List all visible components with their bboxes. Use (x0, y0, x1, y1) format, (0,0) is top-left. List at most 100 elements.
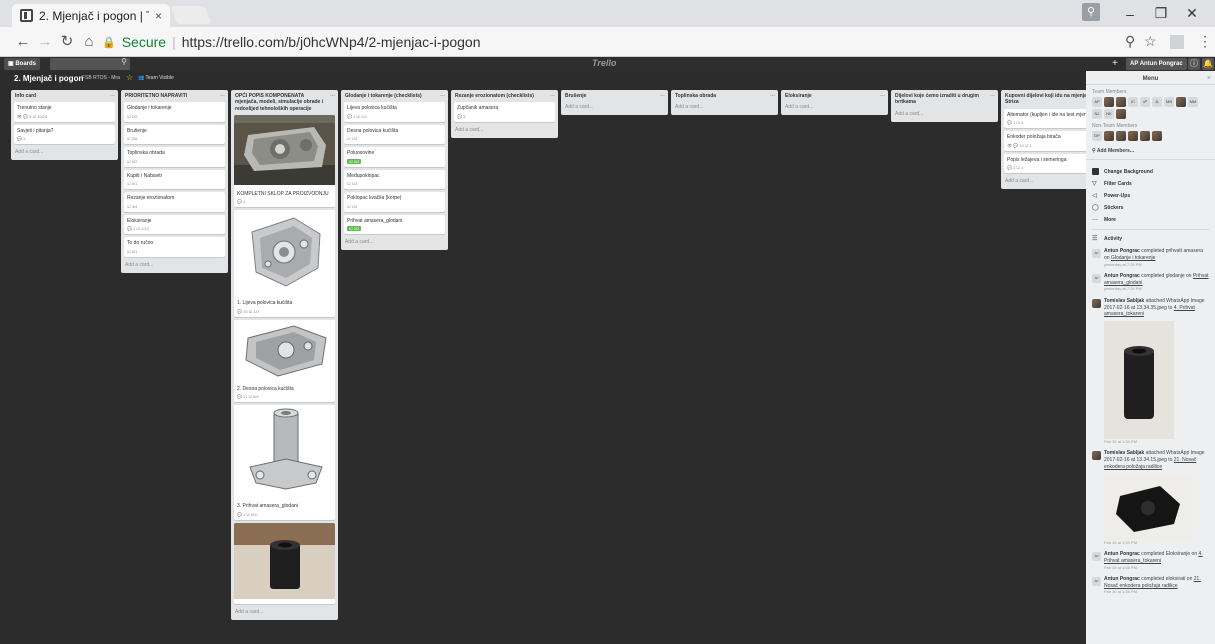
activity-user[interactable]: Antun Pongrac (1104, 551, 1140, 557)
avatar[interactable] (1116, 97, 1126, 107)
board-title[interactable]: 2. Mjenjač i pogon (14, 74, 83, 83)
window-close-button[interactable]: ✕ (1169, 0, 1215, 27)
card[interactable]: Kupiti / Nabaviti ☑ 0/1 (124, 169, 225, 190)
avatar[interactable] (1128, 131, 1138, 141)
card[interactable]: Glodanje i tokarenje ☑ 2/2 (124, 102, 225, 122)
boards-button[interactable]: ▣ Boards (4, 58, 41, 70)
list-title[interactable]: Info card… (14, 92, 115, 102)
list-menu-icon[interactable]: … (770, 92, 775, 98)
card[interactable]: Prihvat amasera_glodani ☑ 2/2 (344, 214, 445, 235)
avatar[interactable] (1116, 131, 1126, 141)
activity-attachment-image[interactable] (1104, 473, 1192, 540)
add-card-button[interactable]: Add a card... (674, 102, 775, 112)
back-arrow-icon[interactable]: ← (14, 33, 32, 51)
avatar[interactable] (1092, 451, 1101, 461)
card[interactable]: KOMPLETNI SKLOP ZA PROIZVODNJU 💬 1 (234, 114, 335, 208)
bookmark-star-icon[interactable]: ☆ (1144, 33, 1157, 50)
user-menu-button[interactable]: AP Antun Pongrac (1126, 58, 1187, 70)
card[interactable]: 3. Prihvat amasera_glodani 💬 1 ☑ 0/4 (234, 405, 335, 520)
activity-attachment-image[interactable] (1104, 321, 1174, 440)
visibility-button[interactable]: 👥 Team Visible (138, 75, 174, 81)
address-bar[interactable]: 🔒 Secure | https://trello.com/b/j0hcWNp4… (102, 31, 1102, 53)
card[interactable]: To do ručno ☑ 0/1 (124, 237, 225, 257)
add-card-button[interactable]: Add a card... (124, 260, 225, 270)
add-card-button[interactable]: Add a card... (784, 102, 885, 112)
card[interactable] (234, 522, 335, 604)
notifications-bell-icon[interactable]: 🔔 (1202, 58, 1214, 70)
card[interactable]: Rezanje erozionatom ☑ 3/4 (124, 192, 225, 212)
new-tab-button[interactable] (170, 6, 212, 24)
list-title[interactable]: Rezanje erozionatom (checklists)… (454, 92, 555, 102)
card[interactable]: Desna polovica kućišta ☑ 1/2 (344, 124, 445, 145)
list-menu-icon[interactable]: … (220, 92, 225, 98)
list-title[interactable]: Toplinska obrada… (674, 92, 775, 102)
avatar[interactable]: AP (1092, 576, 1101, 586)
avatar[interactable]: MB (1164, 97, 1174, 107)
card[interactable]: Brušenje ☑ 2/6 (124, 124, 225, 145)
list-menu-icon[interactable]: … (330, 92, 335, 98)
card[interactable]: 1. Lijeva polovica kućišta 💬 15 ☑ 1/2 (234, 210, 335, 317)
info-icon[interactable]: ⓘ (1188, 58, 1200, 70)
list-title[interactable]: Dijelovi koje ćemo izraditi u drugim tvr… (894, 92, 995, 109)
avatar[interactable]: NK (1104, 109, 1114, 119)
star-icon[interactable]: ☆ (126, 73, 133, 82)
activity-user[interactable]: Antun Pongrac (1104, 273, 1140, 279)
board-org[interactable]: FSB RTOS - Mra (82, 75, 120, 81)
more-button[interactable]: … More (1086, 214, 1215, 226)
list-title[interactable]: Brušenje… (564, 92, 665, 102)
card[interactable]: Lijeva polovica kućišta 💬 1 ☑ 1/2 (344, 102, 445, 122)
activity-user[interactable]: Tomislav Sabljak (1104, 298, 1144, 304)
card[interactable]: Poklopac kvačila (korpe) ☑ 1/2 (344, 192, 445, 212)
card[interactable]: Toplinska obrada ☑ 0/2 (124, 147, 225, 167)
list-menu-icon[interactable]: … (880, 92, 885, 98)
extension-icon[interactable] (1170, 35, 1184, 49)
home-icon[interactable]: ⌂ (80, 33, 98, 51)
search-input[interactable]: ⚲ (50, 57, 130, 70)
avatar[interactable]: NJ (1092, 109, 1102, 119)
avatar[interactable]: AP (1092, 97, 1102, 107)
add-card-button[interactable]: Add a card... (894, 109, 995, 119)
card[interactable]: Zupčanik amasera 💬 3 (454, 102, 555, 122)
trello-logo[interactable]: Trello (592, 58, 616, 68)
card[interactable]: Savjeti i pitanja? 💬 1 (14, 124, 115, 145)
stickers-button[interactable]: ◯ Stickers (1086, 202, 1215, 214)
avatar[interactable] (1104, 131, 1114, 141)
card[interactable]: Trenutno stanje 👁 💬 3 ☑ 10/24 (14, 102, 115, 122)
add-card-button[interactable]: Add a card... (454, 125, 555, 135)
power-ups-button[interactable]: ◁ Power-Ups (1086, 190, 1215, 202)
activity-link[interactable]: Glodanje i tokarenje (1111, 255, 1155, 261)
avatar[interactable]: AP (1092, 249, 1101, 258)
change-background-button[interactable]: Change Background (1086, 166, 1215, 178)
avatar[interactable] (1092, 298, 1101, 308)
zoom-icon[interactable]: ⚲ (1125, 33, 1135, 50)
avatar[interactable] (1104, 97, 1114, 107)
reload-icon[interactable]: ↻ (58, 33, 76, 51)
avatar[interactable]: ☍ (1140, 97, 1150, 107)
avatar[interactable]: IC (1128, 97, 1138, 107)
avatar[interactable] (1152, 131, 1162, 141)
card[interactable]: 2. Desna polovica kućišta 💬 11 ☑ 0/4 (234, 319, 335, 403)
filter-cards-button[interactable]: ▽ Filter Cards (1086, 178, 1215, 190)
card[interactable]: Poluosovine ☑ 2/2 (344, 147, 445, 167)
list-menu-icon[interactable]: … (550, 92, 555, 98)
list-title[interactable]: OPĆI POPIS KOMPONENATA mjenjača, modeli,… (234, 92, 335, 115)
add-card-button[interactable]: Add a card... (344, 237, 445, 247)
avatar[interactable]: AP (1092, 552, 1101, 562)
forward-arrow-icon[interactable]: → (36, 33, 54, 51)
add-members-button[interactable]: ⚲ Add Members... (1086, 145, 1215, 160)
add-card-button[interactable]: Add a card... (234, 607, 335, 617)
close-icon[interactable]: × (1207, 75, 1211, 82)
avatar[interactable] (1176, 97, 1186, 107)
avatar[interactable]: DP (1092, 131, 1102, 141)
activity-user[interactable]: Tomislav Sabljak (1104, 450, 1144, 456)
list-menu-icon[interactable]: … (110, 92, 115, 98)
browser-tab[interactable]: 2. Mjenjač i pogon | Trell × (12, 4, 170, 27)
activity-user[interactable]: Antun Pongrac (1104, 248, 1140, 254)
add-icon[interactable]: + (1112, 58, 1122, 70)
list-menu-icon[interactable]: … (440, 92, 445, 98)
avatar[interactable] (1116, 109, 1126, 119)
list-menu-icon[interactable]: … (660, 92, 665, 98)
avatar[interactable]: JL (1152, 97, 1162, 107)
list-title[interactable]: PRIORITETNO NAPRAVITI… (124, 92, 225, 102)
avatar[interactable]: MM (1188, 97, 1198, 107)
